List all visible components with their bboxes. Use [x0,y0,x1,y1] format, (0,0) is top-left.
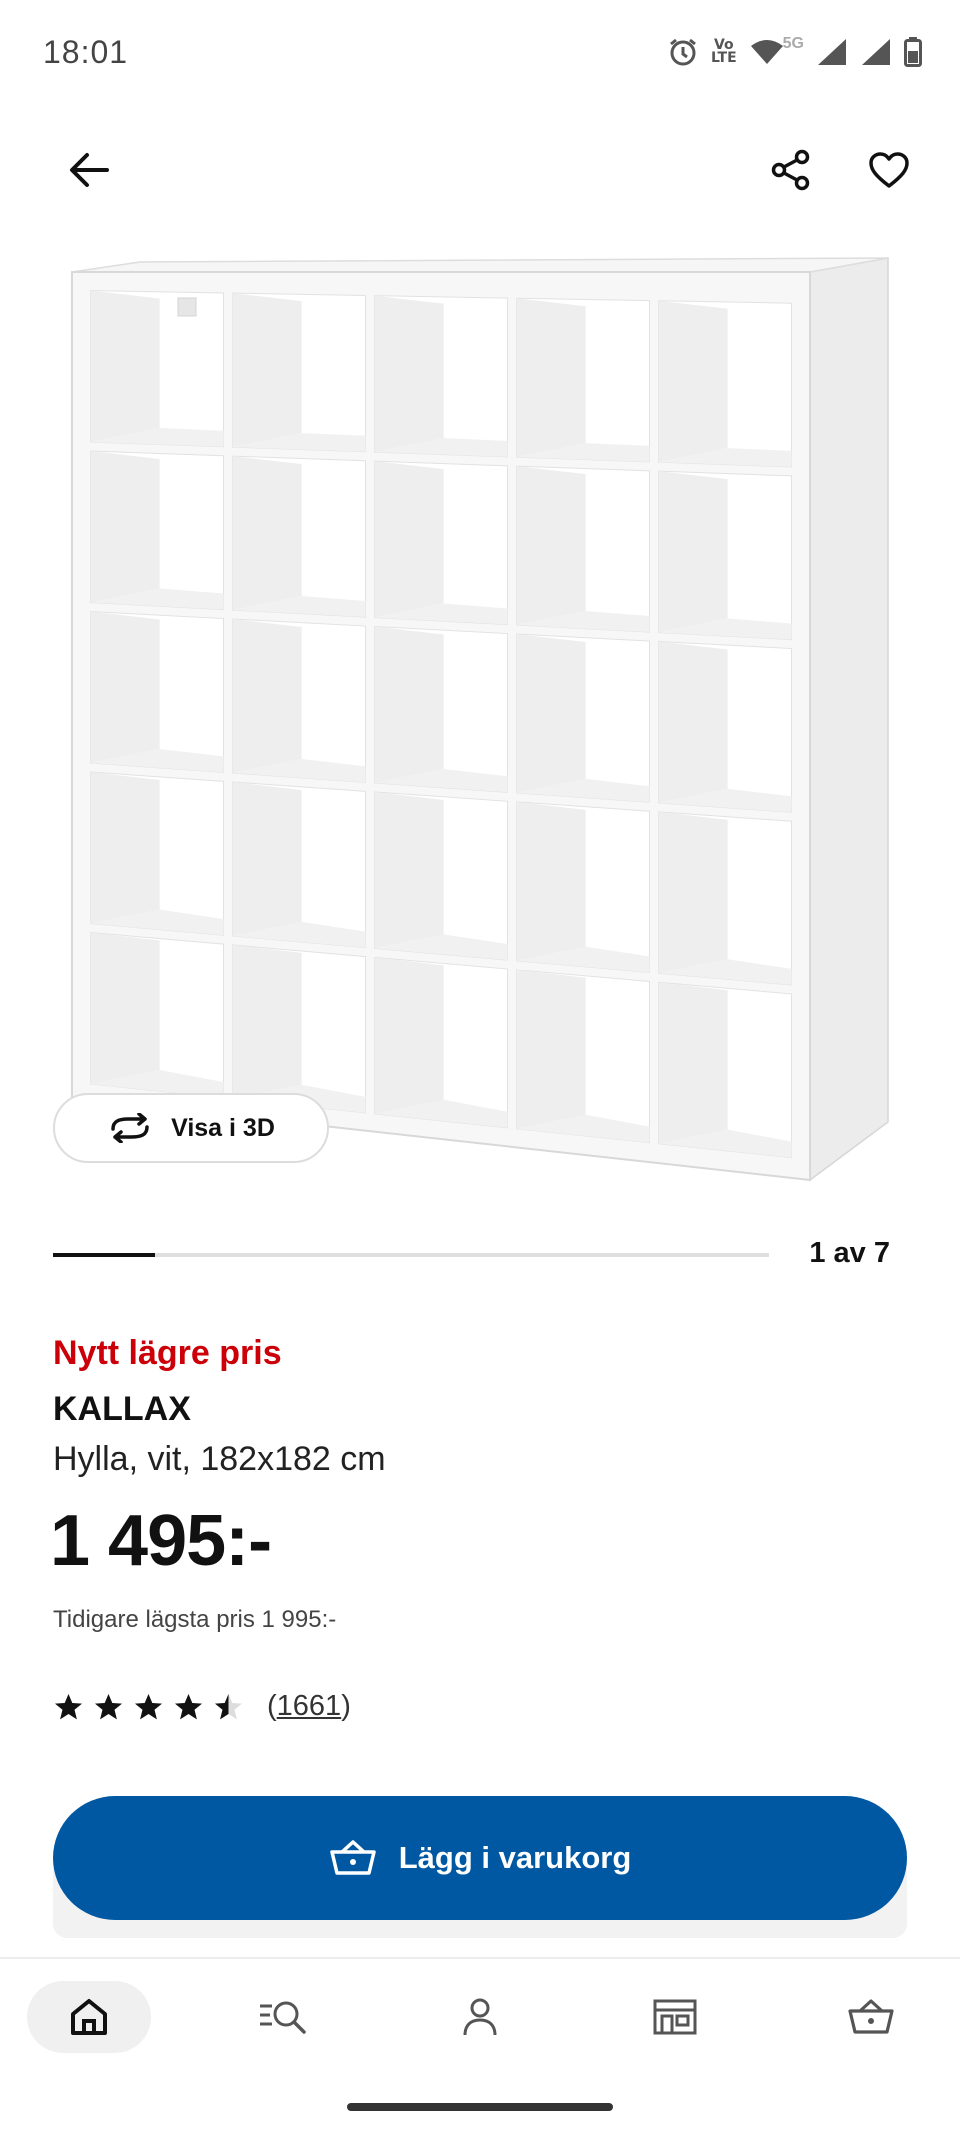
volte-icon: Vo LTE [710,38,737,66]
carousel-counter: 1 av 7 [809,1237,890,1269]
battery-icon [904,37,922,67]
top-nav [0,130,960,210]
home-indicator[interactable] [347,2103,613,2111]
star-icon [55,1693,82,1719]
share-icon [771,149,810,191]
star-icon [175,1693,202,1719]
signal-icon [862,39,890,65]
promo-label: Nytt lägre pris [53,1334,282,1372]
alarm-icon [670,38,696,66]
nav-stores[interactable] [613,1981,737,2053]
stores-icon [653,1999,697,2035]
back-arrow-icon [70,153,109,187]
rating[interactable]: (1661) [53,1690,351,1723]
favourite-button[interactable] [857,138,921,202]
review-count-close: ) [341,1690,351,1722]
previous-lowest-price: Tidigare lägsta pris 1 995:- [53,1606,337,1633]
status-bar: 18:01 Vo LTE 5G [0,0,960,104]
heart-icon [869,152,909,188]
volte-bottom-label: LTE [710,50,737,66]
status-time: 18:01 [43,34,129,70]
share-button[interactable] [759,138,823,202]
product-price: 1 495:- [50,1501,272,1581]
back-button[interactable] [57,138,121,202]
nav-search[interactable] [222,1981,346,2053]
signal-icon [818,39,846,65]
bottom-nav [0,1959,960,2079]
cart-icon [848,1999,894,2034]
search-icon [260,2001,306,2034]
add-to-cart-button[interactable]: Lägg i varukorg [53,1796,907,1920]
shelf-unit-image [71,257,889,1182]
basket-icon [329,1840,376,1875]
rating-stars [53,1692,244,1722]
nav-account[interactable] [418,1981,542,2053]
star-icon [215,1693,242,1719]
carousel-progress-fill [53,1253,156,1257]
carousel-progress [53,1253,769,1257]
review-count-number: 1661 [276,1690,342,1722]
nav-cart[interactable] [809,1981,933,2053]
review-count-open: ( [267,1690,277,1722]
product-name: KALLAX [53,1390,191,1428]
account-icon [463,1998,497,2036]
product-image[interactable] [60,250,900,1190]
star-icon [135,1693,162,1719]
star-icon [95,1693,122,1719]
rotate-icon [111,1113,149,1143]
product-description: Hylla, vit, 182x182 cm [53,1440,386,1478]
nav-home[interactable] [27,1981,151,2053]
view-3d-button[interactable]: Visa i 3D [53,1093,329,1163]
add-to-cart-label: Lägg i varukorg [398,1840,632,1875]
home-icon [71,1999,107,2035]
network-type-label: 5G [782,35,804,52]
view-3d-label: Visa i 3D [171,1113,275,1142]
review-count[interactable]: (1661) [267,1690,351,1723]
wifi-icon [750,40,783,64]
status-icons: Vo LTE 5G [667,35,922,68]
